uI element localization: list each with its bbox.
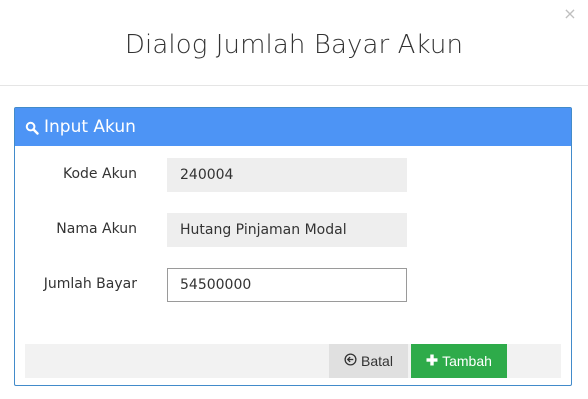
dialog-title: Dialog Jumlah Bayar Akun	[124, 30, 464, 60]
nama-akun-label: Nama Akun	[56, 221, 137, 237]
arrow-left-circle-icon	[344, 353, 357, 369]
tambah-button-label: Tambah	[442, 353, 492, 369]
batal-button-label: Batal	[361, 353, 393, 369]
header-divider	[0, 85, 588, 86]
plus-icon	[426, 353, 438, 369]
search-icon	[25, 120, 39, 135]
kode-akun-field	[167, 158, 407, 192]
batal-button[interactable]: Batal	[329, 344, 408, 378]
panel-footer: Batal Tambah	[25, 344, 561, 378]
panel-heading: Input Akun	[15, 108, 571, 146]
kode-akun-label: Kode Akun	[63, 166, 137, 182]
jumlah-bayar-label: Jumlah Bayar	[43, 276, 137, 292]
nama-akun-field	[167, 213, 407, 247]
jumlah-bayar-field[interactable]	[167, 268, 407, 302]
form-row-jumlah-bayar: Jumlah Bayar	[15, 268, 571, 302]
modal-dialog: × Dialog Jumlah Bayar Akun Input Akun Ko…	[0, 0, 588, 399]
close-icon[interactable]: ×	[562, 6, 578, 22]
tambah-button[interactable]: Tambah	[411, 344, 507, 378]
input-akun-panel: Input Akun Kode Akun Nama Akun Jumlah Ba…	[14, 107, 572, 386]
panel-heading-label: Input Akun	[44, 117, 136, 137]
form-row-nama-akun: Nama Akun	[15, 213, 571, 247]
form-row-kode-akun: Kode Akun	[15, 158, 571, 192]
